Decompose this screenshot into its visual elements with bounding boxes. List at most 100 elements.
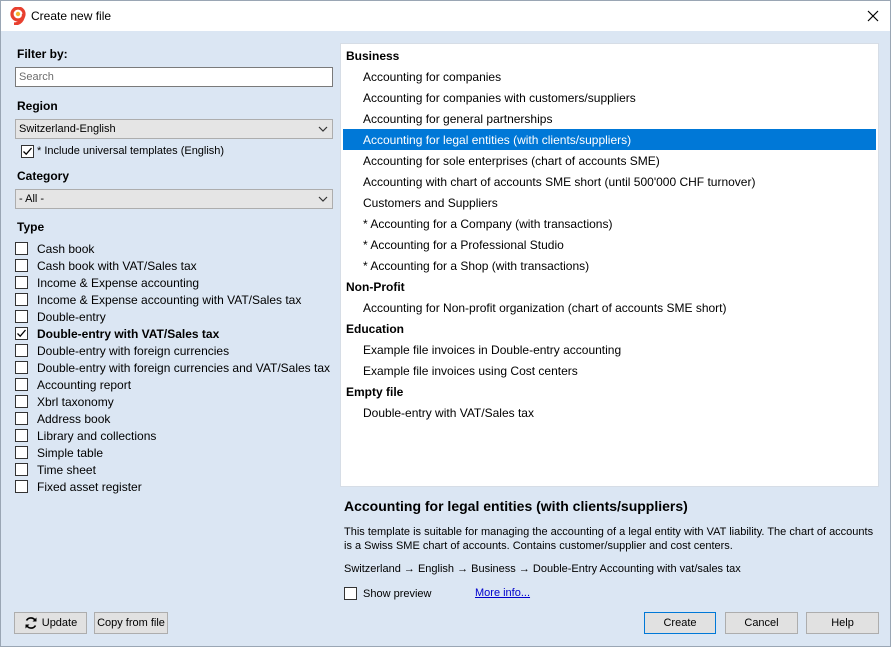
type-checkbox-label: Xbrl taxonomy — [37, 394, 114, 409]
type-checkbox-item[interactable]: Income & Expense accounting with VAT/Sal… — [15, 291, 301, 308]
region-select[interactable]: Switzerland-English — [15, 119, 333, 139]
type-checkbox-label: Double-entry — [37, 309, 106, 324]
type-checkbox-item[interactable]: Double-entry with VAT/Sales tax — [15, 325, 219, 342]
tree-item[interactable]: * Accounting for a Professional Studio — [341, 234, 878, 255]
filter-by-label: Filter by: — [17, 47, 68, 61]
type-checkbox-label: Income & Expense accounting — [37, 275, 200, 290]
tree-item[interactable]: Accounting for companies with customers/… — [341, 87, 878, 108]
type-checkbox-box[interactable] — [15, 480, 28, 493]
update-button[interactable]: Update — [14, 612, 87, 634]
tree-item[interactable]: Accounting with chart of accounts SME sh… — [341, 171, 878, 192]
cancel-button-label: Cancel — [744, 617, 779, 629]
type-checkbox-item[interactable]: Fixed asset register — [15, 478, 142, 495]
show-preview-label: Show preview — [363, 587, 432, 600]
type-checkbox-item[interactable]: Cash book — [15, 240, 94, 257]
include-universal-box[interactable] — [21, 144, 34, 158]
title-bar: Create new file — [1, 1, 890, 31]
region-select-value: Switzerland-English — [19, 123, 116, 135]
tree-item[interactable]: Double-entry with VAT/Sales tax — [341, 402, 878, 423]
type-checkbox-item[interactable]: Library and collections — [15, 427, 156, 444]
show-preview-box[interactable] — [344, 587, 357, 600]
type-checkbox-box[interactable] — [15, 395, 28, 408]
include-universal-label: * Include universal templates (English) — [37, 145, 225, 157]
tree-group-header[interactable]: Education — [341, 318, 878, 339]
tree-item[interactable]: * Accounting for a Company (with transac… — [341, 213, 878, 234]
checkmark-icon — [17, 329, 26, 338]
type-label: Type — [17, 220, 45, 234]
tree-item[interactable]: * Accounting for a Shop (with transactio… — [341, 255, 878, 276]
refresh-icon — [25, 617, 37, 629]
type-checkbox-label: Double-entry with foreign currencies — [37, 343, 230, 358]
help-button-label: Help — [831, 617, 854, 629]
tree-item[interactable]: Accounting for companies — [341, 66, 878, 87]
type-checkbox-box[interactable] — [15, 344, 28, 357]
type-checkbox-label: Double-entry with foreign currencies and… — [37, 360, 331, 375]
help-button[interactable]: Help — [806, 612, 879, 634]
type-checkbox-label: Income & Expense accounting with VAT/Sal… — [37, 292, 302, 307]
tree-item[interactable]: Customers and Suppliers — [341, 192, 878, 213]
type-checkbox-label: Double-entry with VAT/Sales tax — [37, 326, 220, 341]
checkmark-icon — [23, 147, 32, 155]
type-checkbox-item[interactable]: Double-entry with foreign currencies — [15, 342, 229, 359]
type-checkbox-box[interactable] — [15, 310, 28, 323]
type-checkbox-box[interactable] — [15, 259, 28, 272]
template-tree[interactable]: Business Accounting for companies Accounti… — [340, 43, 879, 487]
tree-group-header[interactable]: Business — [341, 45, 878, 66]
copy-from-file-label: Copy from file — [97, 617, 165, 629]
type-checkbox-box[interactable] — [15, 446, 28, 459]
type-checkbox-label: Cash book with VAT/Sales tax — [37, 258, 197, 273]
cancel-button[interactable]: Cancel — [725, 612, 798, 634]
type-checkbox-item[interactable]: Double-entry with foreign currencies and… — [15, 359, 330, 376]
description-text: This template is suitable for managing t… — [344, 526, 874, 552]
more-info-link[interactable]: More info... — [475, 587, 530, 599]
template-path: Switzerland → English → Business → Doubl… — [344, 563, 741, 575]
create-button[interactable]: Create — [644, 612, 716, 634]
type-checkbox-box[interactable] — [15, 276, 28, 289]
tree-item[interactable]: Accounting for general partnerships — [341, 108, 878, 129]
tree-item[interactable]: Example file invoices using Cost centers — [341, 360, 878, 381]
category-select[interactable]: - All - — [15, 189, 333, 209]
type-checkbox-item[interactable]: Accounting report — [15, 376, 131, 393]
update-button-label: Update — [41, 617, 78, 629]
show-preview-checkbox[interactable]: Show preview — [344, 587, 431, 600]
chevron-down-icon — [318, 126, 328, 132]
type-checkbox-box[interactable] — [15, 378, 28, 391]
tree-item[interactable]: Accounting for Non-profit organization (… — [341, 297, 878, 318]
create-button-label: Create — [663, 617, 697, 629]
copy-from-file-button[interactable]: Copy from file — [94, 612, 168, 634]
category-select-value: - All - — [19, 193, 45, 205]
type-checkbox-label: Fixed asset register — [37, 479, 142, 494]
type-checkbox-item[interactable]: Time sheet — [15, 461, 96, 478]
search-input[interactable] — [15, 67, 333, 87]
window-title: Create new file — [31, 9, 112, 23]
type-checkbox-label: Library and collections — [37, 428, 157, 443]
type-checkbox-box[interactable] — [15, 412, 28, 425]
include-universal-checkbox[interactable]: * Include universal templates (English) — [21, 143, 224, 159]
description-title: Accounting for legal entities (with clie… — [344, 498, 688, 514]
type-checkbox-item[interactable]: Cash book with VAT/Sales tax — [15, 257, 197, 274]
chevron-down-icon — [318, 196, 328, 202]
app-logo-icon — [9, 6, 26, 26]
type-checkbox-item[interactable]: Address book — [15, 410, 110, 427]
type-checkbox-label: Simple table — [37, 445, 104, 460]
tree-item[interactable]: Accounting for sole enterprises (chart o… — [341, 150, 878, 171]
type-checkbox-box[interactable] — [15, 242, 28, 255]
tree-group-header[interactable]: Empty file — [341, 381, 878, 402]
type-checkbox-box[interactable] — [15, 429, 28, 442]
tree-group-header[interactable]: Non-Profit — [341, 276, 878, 297]
type-checkbox-box[interactable] — [15, 361, 28, 374]
type-checkbox-item[interactable]: Income & Expense accounting — [15, 274, 199, 291]
type-checkbox-label: Address book — [37, 411, 111, 426]
type-checkbox-box[interactable] — [15, 463, 28, 476]
type-checkbox-item[interactable]: Double-entry — [15, 308, 106, 325]
close-button[interactable] — [856, 1, 890, 31]
tree-item-selected[interactable]: Accounting for legal entities (with clie… — [343, 129, 876, 150]
type-checkbox-box[interactable] — [15, 327, 28, 340]
type-checkbox-box[interactable] — [15, 293, 28, 306]
type-checkbox-item[interactable]: Xbrl taxonomy — [15, 393, 114, 410]
type-checkbox-label: Accounting report — [37, 377, 132, 392]
close-icon — [867, 10, 879, 22]
type-checkbox-label: Cash book — [37, 241, 95, 256]
tree-item[interactable]: Example file invoices in Double-entry ac… — [341, 339, 878, 360]
type-checkbox-item[interactable]: Simple table — [15, 444, 103, 461]
